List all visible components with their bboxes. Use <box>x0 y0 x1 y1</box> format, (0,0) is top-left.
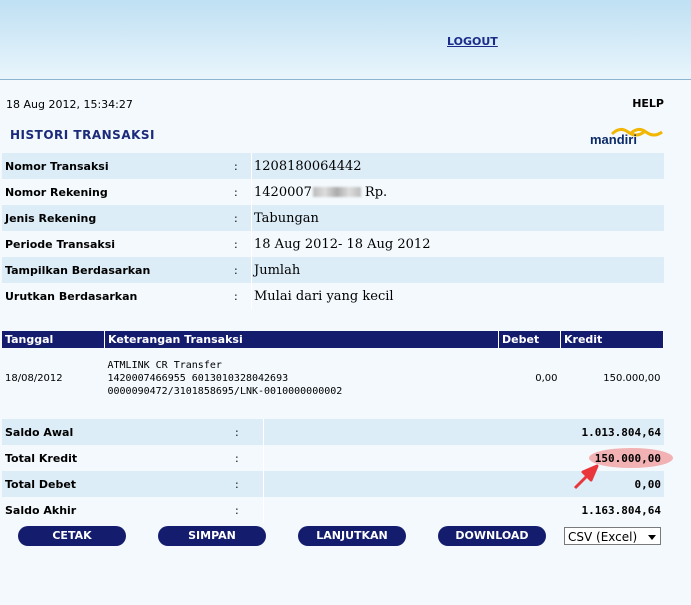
total-credit-amount: 150.000,00 <box>594 451 661 465</box>
info-value: Tabungan <box>251 205 664 231</box>
summary-amount-highlighted: 150.000,00 <box>263 445 674 471</box>
summary-amount: 0,00 <box>263 471 664 497</box>
transaction-info-table: Nomor Transaksi : 1208180064442 Nomor Re… <box>2 153 664 309</box>
transaction-credit: 150.000,00 <box>560 348 664 408</box>
info-separator: : <box>234 205 252 231</box>
info-separator: : <box>234 283 252 309</box>
info-value: 1420007 Rp. <box>251 179 664 205</box>
summary-row: Total Debet : 0,00 <box>2 471 664 497</box>
description-line: 0000090472/3101858695/LNK-0010000000002 <box>107 385 343 397</box>
column-header-debit: Debet <box>498 331 561 348</box>
chevron-down-icon <box>648 535 656 540</box>
info-row: Nomor Rekening : 1420007 Rp. <box>2 179 664 205</box>
summary-table: Saldo Awal : 1.013.804,64 Total Kredit :… <box>2 419 674 523</box>
red-arrow-icon <box>573 464 599 490</box>
info-separator: : <box>234 257 252 283</box>
transaction-table: Tanggal Keterangan Transaksi Debet Kredi… <box>2 331 664 408</box>
description-line: ATMLINK CR Transfer <box>107 359 222 371</box>
info-label: Periode Transaksi <box>2 231 234 257</box>
info-value: Jumlah <box>251 257 664 283</box>
summary-label: Total Kredit <box>2 445 232 471</box>
highlight-ellipse: 150.000,00 <box>588 447 674 468</box>
info-separator: : <box>234 179 252 205</box>
datetime-stamp: 18 Aug 2012, 15:34:27 <box>6 98 133 111</box>
transaction-debit: 0,00 <box>498 348 561 408</box>
info-row: Tampilkan Berdasarkan : Jumlah <box>2 257 664 283</box>
download-button[interactable]: DOWNLOAD <box>438 526 546 546</box>
summary-separator: : <box>232 471 264 497</box>
info-row: Nomor Transaksi : 1208180064442 <box>2 153 664 179</box>
info-row: Jenis Rekening : Tabungan <box>2 205 664 231</box>
logout-link[interactable]: LOGOUT <box>447 35 498 48</box>
info-row: Periode Transaksi : 18 Aug 2012- 18 Aug … <box>2 231 664 257</box>
summary-separator: : <box>232 445 264 471</box>
summary-amount: 1.013.804,64 <box>263 419 664 445</box>
continue-button[interactable]: LANJUTKAN <box>298 526 406 546</box>
summary-label: Saldo Awal <box>2 419 232 445</box>
column-header-description: Keterangan Transaksi <box>104 331 499 348</box>
info-label: Jenis Rekening <box>2 205 234 231</box>
table-row: 18/08/2012 ATMLINK CR Transfer 1420007466… <box>2 348 664 408</box>
print-button[interactable]: CETAK <box>18 526 126 546</box>
summary-separator: : <box>232 419 264 445</box>
redacted-account-digits <box>312 187 361 197</box>
info-label: Nomor Transaksi <box>2 153 234 179</box>
info-label: Urutkan Berdasarkan <box>2 283 234 309</box>
info-separator: : <box>234 153 252 179</box>
summary-row: Total Kredit : 150.000,00 <box>2 445 674 471</box>
currency-label: Rp. <box>364 184 388 200</box>
page-title: HISTORI TRANSAKSI <box>10 128 156 142</box>
column-header-date: Tanggal <box>2 331 105 348</box>
summary-amount: 1.163.804,64 <box>263 497 664 523</box>
info-value: Mulai dari yang kecil <box>251 283 664 309</box>
description-line: 1420007466955 6013010328042693 <box>107 372 289 384</box>
selected-format: CSV (Excel) <box>568 530 638 544</box>
summary-label: Saldo Akhir <box>2 497 232 523</box>
info-label: Tampilkan Berdasarkan <box>2 257 234 283</box>
info-value: 18 Aug 2012- 18 Aug 2012 <box>251 231 664 257</box>
transaction-date: 18/08/2012 <box>2 348 105 408</box>
logo-wordmark: mandiri <box>590 132 637 147</box>
table-header-row: Tanggal Keterangan Transaksi Debet Kredi… <box>2 331 664 348</box>
help-link[interactable]: HELP <box>632 97 664 110</box>
info-value: 1208180064442 <box>251 153 664 179</box>
info-row: Urutkan Berdasarkan : Mulai dari yang ke… <box>2 283 664 309</box>
download-format-select[interactable]: CSV (Excel) <box>564 527 661 545</box>
top-banner: LOGOUT <box>0 0 691 80</box>
mandiri-logo: mandiri <box>590 124 663 148</box>
summary-row: Saldo Awal : 1.013.804,64 <box>2 419 664 445</box>
summary-row: Saldo Akhir : 1.163.804,64 <box>2 497 664 523</box>
summary-label: Total Debet <box>2 471 232 497</box>
transaction-description: ATMLINK CR Transfer 1420007466955 6013010… <box>104 348 499 408</box>
info-separator: : <box>234 231 252 257</box>
summary-separator: : <box>232 497 264 523</box>
account-number-prefix: 1420007 <box>254 184 312 200</box>
save-button[interactable]: SIMPAN <box>158 526 266 546</box>
column-header-credit: Kredit <box>560 331 664 348</box>
info-label: Nomor Rekening <box>2 179 234 205</box>
